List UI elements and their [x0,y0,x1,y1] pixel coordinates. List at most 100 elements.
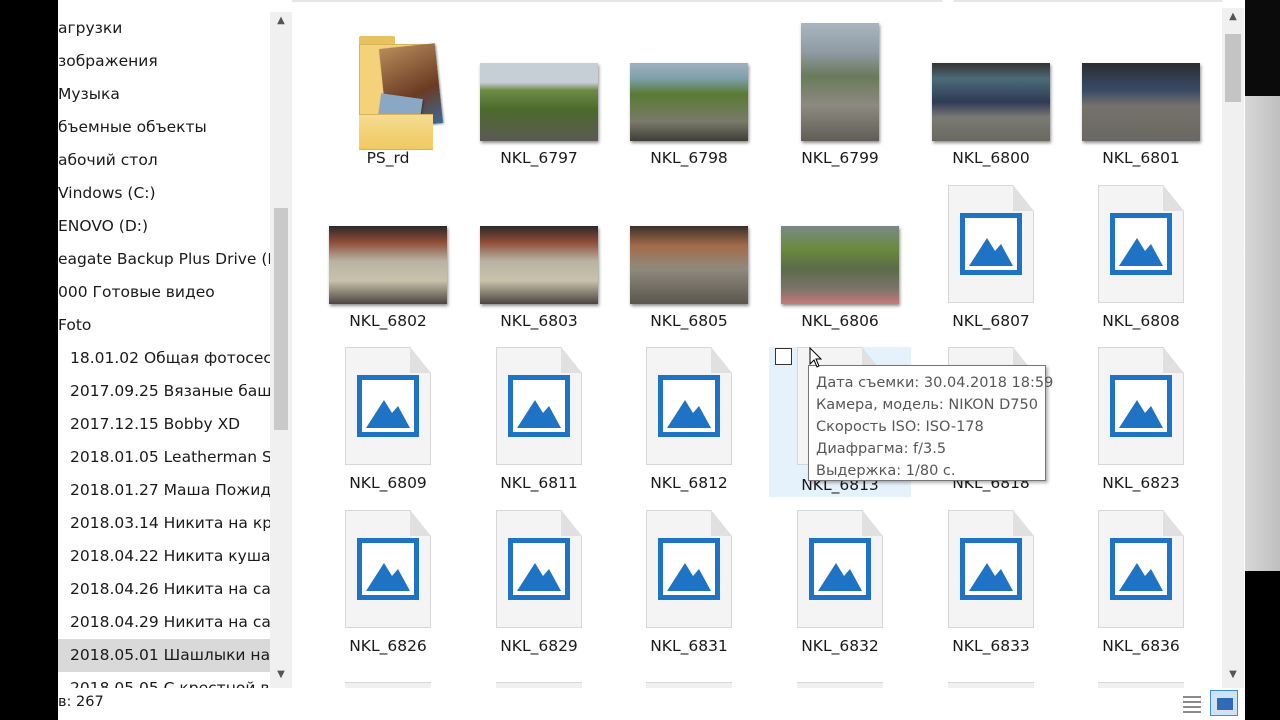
tooltip-exposure: Выдержка: 1/80 с. [816,463,956,479]
nav-item[interactable]: Vindows (C:) [58,177,270,210]
file-tile[interactable]: NKL_6808 [1070,185,1212,335]
tooltip-date: Дата съемки: 30.04.2018 18:59 [816,375,1054,391]
nav-item[interactable]: ENOVO (D:) [58,210,270,243]
nav-item-label: eagate Backup Plus Drive (F:) [58,250,270,268]
file-tile[interactable]: NKL_6832 [769,510,911,660]
file-name: NKL_6836 [1102,637,1180,655]
file-name: NKL_6798 [650,149,728,167]
file-tile[interactable]: NKL_6811 [468,347,610,497]
file-name: NKL_6826 [349,637,427,655]
nav-item[interactable]: 18.01.02 Общая фотосесси [58,342,270,375]
image-file-icon [317,510,459,633]
nav-item[interactable]: 2018.05.05 С крестной в Ик [58,672,270,688]
tooltip-iso: Скорость ISO: ISO-178 [816,419,984,435]
nav-item[interactable]: абочий стол [58,144,270,177]
file-tile[interactable]: NKL_6798 [618,22,760,172]
nav-item[interactable]: Музыка [58,78,270,111]
scroll-down-arrow-icon[interactable]: ▼ [270,666,292,684]
file-name: NKL_6801 [1102,149,1180,167]
nav-item[interactable]: 2018.05.01 Шашлыки на да [58,639,270,672]
item-count: в: 267 [58,694,104,710]
desktop-edge [1245,0,1280,720]
nav-item-label: 18.01.02 Общая фотосесси [70,349,270,367]
file-tile[interactable]: NKL_6836 [1070,510,1212,660]
navigation-scroll-thumb[interactable] [274,208,288,430]
nav-item-label: бъемные объекты [58,118,207,136]
file-name: NKL_6833 [952,637,1030,655]
nav-item-label: агрузки [58,19,123,37]
file-name: NKL_6797 [500,149,578,167]
file-tile[interactable]: NKL_6812 [618,347,760,497]
photo-thumbnail [618,185,760,308]
file-tile[interactable]: NKL_6806 [769,185,911,335]
nav-item-label: Vindows (C:) [58,184,156,202]
file-tile[interactable]: NKL_6805 [618,185,760,335]
image-file-icon [920,185,1062,308]
nav-item-label: 2018.04.22 Никита кушает г [70,547,270,565]
item-checkbox[interactable] [775,348,792,365]
navigation-scrollbar[interactable]: ▲ ▼ [270,12,292,688]
nav-item-label: абочий стол [58,151,158,169]
file-tile[interactable]: NKL_6826 [317,510,459,660]
file-tile[interactable]: NKL_6831 [618,510,760,660]
content-scrollbar[interactable]: ▲ ▼ [1222,8,1244,688]
nav-item[interactable]: бъемные объекты [58,111,270,144]
file-tile[interactable]: NKL_6801 [1070,22,1212,172]
file-tile[interactable]: NKL_6797 [468,22,610,172]
nav-item[interactable]: 2017.12.15 Bobby XD [58,408,270,441]
nav-item[interactable]: 2018.03.14 Никита на кров [58,507,270,540]
photo-thumbnail [468,22,610,145]
nav-item[interactable]: 2018.04.22 Никита кушает г [58,540,270,573]
image-file-icon [468,347,610,470]
file-name: NKL_6805 [650,312,728,330]
image-file-icon [1070,510,1212,633]
nav-item[interactable]: eagate Backup Plus Drive (F:) [58,243,270,276]
nav-item[interactable]: 2017.09.25 Вязаные башма [58,375,270,408]
nav-item[interactable]: Foto [58,309,270,342]
nav-item[interactable]: 000 Готовые видео [58,276,270,309]
nav-item-label: 2017.09.25 Вязаные башма [70,382,270,400]
divider [954,0,1222,2]
folder-icon [317,22,459,150]
file-tile[interactable]: NKL_6829 [468,510,610,660]
file-name: NKL_6802 [349,312,427,330]
file-name: PS_rd [366,149,410,167]
navigation-list: агрузки зображения Музыка бъемные объекты аб… [58,12,270,688]
file-tile[interactable]: NKL_6800 [920,22,1062,172]
file-explorer-window: агрузки зображения Музыка бъемные объекты аб… [58,0,1245,720]
file-tile[interactable]: NKL_6809 [317,347,459,497]
scroll-up-arrow-icon[interactable]: ▲ [1222,8,1244,26]
image-file-icon [1070,347,1212,470]
content-scroll-thumb[interactable] [1225,34,1241,102]
image-file-icon [920,510,1062,633]
file-tile[interactable]: NKL_6823 [1070,347,1212,497]
file-tile[interactable]: NKL_6802 [317,185,459,335]
file-grid: PS_rd NKL_6797 NKL_6798 NKL_6799 NKL_6800 NKL… [292,0,1222,688]
nav-item[interactable]: агрузки [58,12,270,45]
details-view-icon[interactable] [1181,693,1203,713]
nav-item[interactable]: зображения [58,45,270,78]
nav-item[interactable]: 2018.01.05 Leatherman Skel [58,441,270,474]
file-tile[interactable]: NKL_6833 [920,510,1062,660]
photo-thumbnail [769,185,911,308]
scroll-up-arrow-icon[interactable]: ▲ [270,12,292,30]
photo-thumbnail [468,185,610,308]
file-tile[interactable]: NKL_6799 [769,22,911,172]
nav-item[interactable]: 2018.01.27 Маша Пожидае [58,474,270,507]
file-name: NKL_6829 [500,637,578,655]
file-name: NKL_6809 [349,474,427,492]
file-name: NKL_6803 [500,312,578,330]
file-tile[interactable]: NKL_6807 [920,185,1062,335]
photo-thumbnail [920,22,1062,145]
file-tile[interactable]: NKL_6803 [468,185,610,335]
scroll-down-arrow-icon[interactable]: ▼ [1222,666,1244,684]
nav-item-label: 2018.05.01 Шашлыки на да [70,646,270,664]
photo-thumbnail [317,185,459,308]
file-name: NKL_6808 [1102,312,1180,330]
file-tile[interactable]: PS_rd [317,22,459,172]
nav-item-label: 2018.04.26 Никита на самс [70,580,270,598]
nav-item[interactable]: 2018.04.26 Никита на самс [58,573,270,606]
large-icons-view-icon[interactable] [1210,690,1238,716]
nav-item-label: 2018.01.05 Leatherman Skel [70,448,270,466]
nav-item[interactable]: 2018.04.29 Никита на самс [58,606,270,639]
